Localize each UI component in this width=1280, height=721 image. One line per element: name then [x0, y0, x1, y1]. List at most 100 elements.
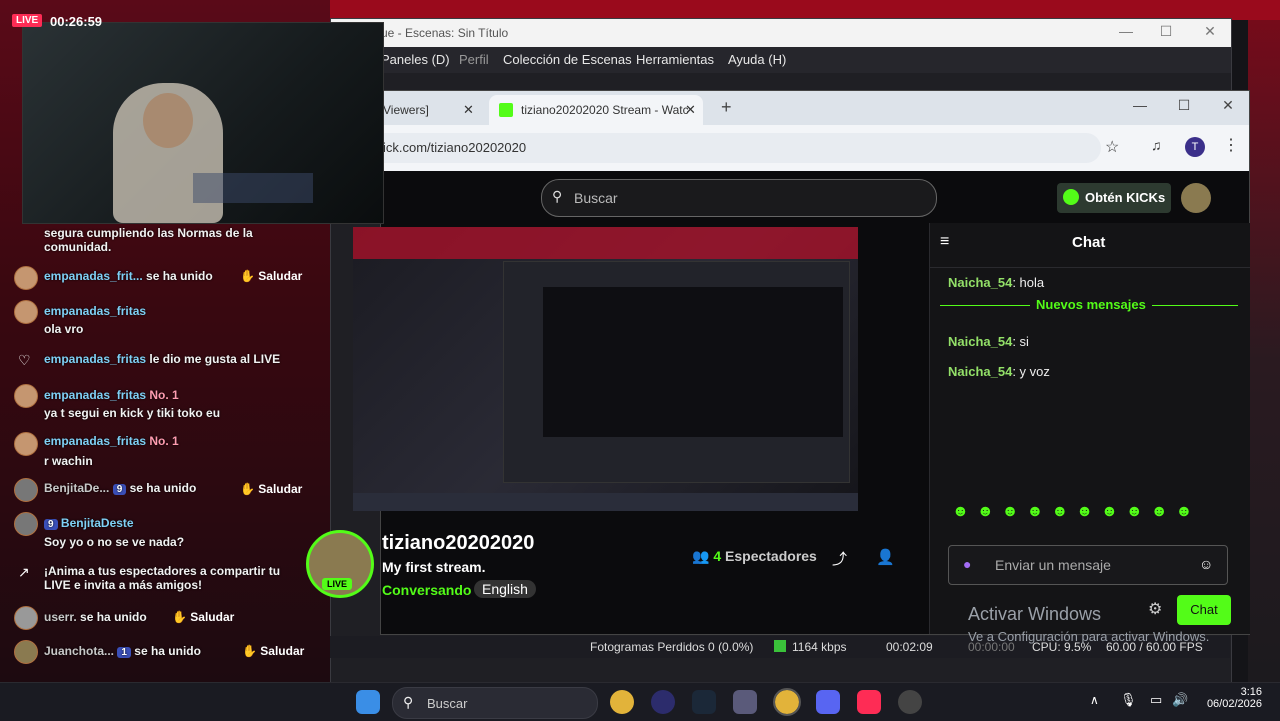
video-nested-content: [543, 287, 843, 437]
chat-username: BenjitaDe...: [44, 481, 110, 495]
wave-button[interactable]: ✋ Saludar: [242, 644, 304, 658]
tab-viewers[interactable]: Viewers] ✕: [381, 95, 481, 125]
microphone-icon[interactable]: ●: [963, 556, 971, 572]
tab-kick-stream[interactable]: tiziano20202020 Stream - Watc ✕: [489, 95, 703, 125]
menu-ayuda[interactable]: Ayuda (H): [728, 52, 786, 67]
emoji-icon[interactable]: ☺: [1199, 556, 1213, 572]
network-icon[interactable]: ▭: [1150, 692, 1162, 708]
system-clock[interactable]: 3:16 06/02/2026: [1196, 686, 1262, 710]
webcam-keyboard-glow: [193, 173, 313, 203]
app-icon[interactable]: [898, 690, 922, 714]
chat-username: userr.: [44, 610, 77, 624]
windows-taskbar: ⚲ Buscar ∧ 🎙 ▭ 🔊 3:16 06/02/2026: [0, 682, 1280, 721]
channel-name[interactable]: tiziano20202020: [382, 532, 534, 555]
browser-toolbar: ick.com/tiziano20202020 ☆ ♫ T ⋮: [381, 125, 1249, 171]
chat-username[interactable]: Naicha_54: [948, 364, 1012, 379]
chrome-app-icon[interactable]: [610, 690, 634, 714]
follow-user-icon[interactable]: 👤: [876, 548, 895, 566]
wave-button[interactable]: ✋ Saludar: [240, 482, 302, 496]
user-avatar[interactable]: [1181, 183, 1211, 213]
chat-text: : si: [1012, 334, 1029, 349]
language-tag[interactable]: English: [474, 580, 536, 598]
chat-row: Juanchota... 1 se ha unido: [44, 644, 201, 658]
clock-date: 06/02/2026: [1206, 698, 1262, 710]
app-icon[interactable]: [733, 690, 757, 714]
chat-row: userr. se ha unido: [44, 610, 147, 624]
heart-icon: ♡: [18, 352, 31, 368]
bookmark-star-icon[interactable]: ☆: [1105, 137, 1119, 157]
chat-row: 9 BenjitaDeste: [44, 516, 134, 530]
maximize-icon[interactable]: ☐: [1151, 23, 1181, 40]
search-icon: ⚲: [552, 188, 563, 204]
share-icon[interactable]: ⤴: [832, 548, 847, 569]
chat-username[interactable]: Naicha_54: [948, 334, 1012, 349]
discord-app-icon[interactable]: [816, 690, 840, 714]
menu-coleccion-escenas[interactable]: Colección de Escenas: [503, 52, 632, 67]
chat-row: empanadas_fritas: [44, 304, 146, 318]
video-nested-taskbar: [353, 493, 858, 511]
chat-message-input[interactable]: ● Enviar un mensaje ☺: [948, 545, 1228, 585]
video-player[interactable]: [353, 227, 858, 511]
address-bar[interactable]: ick.com/tiziano20202020 ☆: [381, 133, 1119, 163]
obs-menubar: Paneles (D) Perfil Colección de Escenas …: [331, 47, 1231, 73]
chat-text: Soy yo o no se ve nada?: [44, 535, 185, 549]
chat-divider-line: [930, 267, 1250, 268]
chrome-profile-app-icon[interactable]: [773, 688, 801, 716]
chat-row: empanadas_frit... se ha unido: [44, 269, 213, 283]
steam-app-icon[interactable]: [692, 690, 716, 714]
maximize-icon[interactable]: ☐: [1169, 97, 1199, 114]
bitrate: 1164 kbps: [792, 640, 847, 654]
wave-button[interactable]: ✋ Saludar: [240, 269, 302, 283]
wave-label: Saludar: [260, 644, 305, 658]
stream-time: 00:02:09: [886, 640, 933, 654]
kick-search-input[interactable]: ⚲ Buscar: [541, 179, 937, 217]
chat-username[interactable]: Naicha_54: [948, 275, 1012, 290]
tiktok-chat-overlay: segura cumpliendo las Normas de la comun…: [0, 222, 330, 682]
profile-avatar[interactable]: T: [1185, 137, 1205, 157]
menu-herramientas[interactable]: Herramientas: [636, 52, 714, 67]
close-icon[interactable]: ✕: [1213, 97, 1243, 114]
start-windows-icon[interactable]: [356, 690, 380, 714]
chat-text: se ha unido: [129, 481, 197, 495]
chat-username: empanadas_fritas: [44, 388, 147, 402]
chat-send-button[interactable]: Chat: [1177, 595, 1231, 625]
settings-gear-icon[interactable]: ⚙: [1148, 599, 1162, 619]
close-tab-icon[interactable]: ✕: [463, 102, 474, 118]
activate-windows-subtitle: Ve a Configuración para activar Windows.: [968, 629, 1210, 644]
chat-title: Chat: [1072, 234, 1106, 251]
video-frame-titlebar: [353, 227, 858, 259]
wave-button[interactable]: ✋ Saludar: [172, 610, 234, 624]
new-tab-icon[interactable]: +: [721, 97, 732, 118]
volume-icon[interactable]: 🔊: [1172, 692, 1188, 708]
close-tab-icon[interactable]: ✕: [685, 102, 696, 118]
avatar: [14, 478, 38, 502]
menu-perfil[interactable]: Perfil: [459, 52, 489, 67]
chat-username: empanadas_fritas: [44, 304, 147, 318]
chat-message: Naicha_54: y voz: [948, 364, 1050, 379]
tiktok-app-icon[interactable]: [857, 690, 881, 714]
dropped-frames: Fotogramas Perdidos 0 (0.0%): [590, 640, 754, 654]
minimize-icon[interactable]: —: [1125, 97, 1155, 113]
menu-paneles[interactable]: Paneles (D): [381, 52, 450, 67]
tray-chevron-icon[interactable]: ∧: [1090, 693, 1099, 707]
more-menu-icon[interactable]: ⋮: [1223, 135, 1239, 155]
taskbar-search[interactable]: ⚲ Buscar: [392, 687, 598, 719]
minimize-icon[interactable]: —: [1111, 23, 1141, 39]
rank-badge: No. 1: [149, 434, 179, 448]
chat-username: empanadas_fritas: [44, 352, 147, 366]
obs-app-icon[interactable]: [651, 690, 675, 714]
viewers-icon: 👥: [692, 548, 714, 564]
get-kicks-button[interactable]: Obtén KICKs: [1057, 183, 1171, 213]
activate-windows-title: Activar Windows: [968, 604, 1102, 624]
collapse-chat-icon[interactable]: ≡: [940, 233, 949, 251]
emote-bar[interactable]: ☻☻☻☻☻☻☻☻☻☻: [952, 503, 1222, 527]
stream-category[interactable]: Conversando: [382, 582, 471, 598]
close-icon[interactable]: ✕: [1195, 23, 1225, 40]
chat-text: ya t segui en kick y tiki toko eu: [44, 406, 221, 420]
level-badge: 1: [117, 647, 131, 658]
microphone-icon[interactable]: 🎙: [1120, 692, 1137, 708]
media-queue-icon[interactable]: ♫: [1151, 137, 1162, 153]
obs-window-title: ue - Escenas: Sin Título: [381, 26, 509, 40]
chat-text: se ha unido: [134, 644, 201, 658]
wave-label: Saludar: [258, 269, 303, 283]
